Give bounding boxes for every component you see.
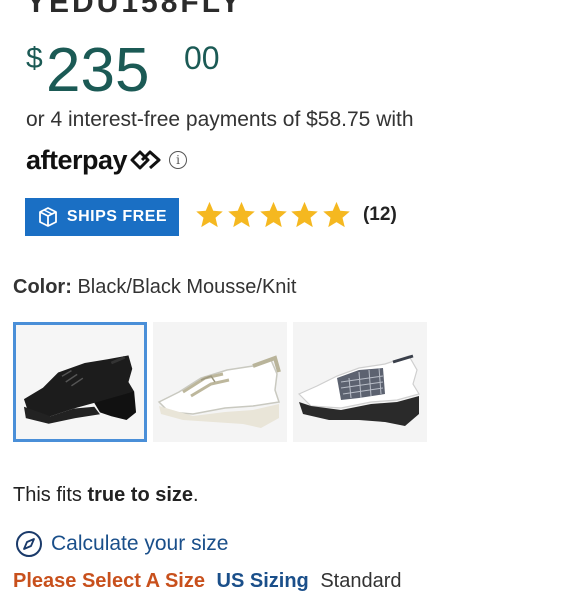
price-currency: $: [26, 42, 43, 75]
price-cents: 00: [184, 40, 220, 76]
star-rating[interactable]: (12): [194, 198, 397, 232]
afterpay-arrows-icon: [130, 150, 161, 170]
white-black-mesh-sandal-image: [293, 322, 427, 442]
color-label: Color:: [13, 276, 72, 298]
star-icon: [323, 201, 350, 228]
color-swatch-white-silver[interactable]: [153, 322, 287, 442]
afterpay-wordmark: afterpay: [26, 144, 128, 175]
compass-icon: [16, 531, 42, 557]
fit-suffix: .: [193, 484, 199, 506]
select-size-prompt: Please Select A Size: [13, 570, 205, 592]
star-icon: [291, 201, 319, 228]
calculate-size-label: Calculate your size: [51, 532, 229, 555]
star-icon: [196, 201, 223, 228]
info-icon[interactable]: i: [169, 151, 188, 169]
star-icon: [228, 201, 255, 228]
installments-text: or 4 interest-free payments of $58.75 wi…: [26, 108, 414, 131]
black-sandal-image: [16, 325, 144, 439]
ships-free-label: SHIPS FREE: [66, 208, 168, 225]
color-selection-label: Color: Black/Black Mousse/Knit: [13, 276, 296, 299]
sizing-standard: Standard: [320, 570, 402, 592]
box-icon: [39, 207, 57, 227]
us-sizing-link[interactable]: US Sizing: [217, 570, 309, 592]
calculate-size-link[interactable]: Calculate your size: [15, 530, 228, 558]
white-silver-sandal-image: [153, 322, 287, 442]
review-count[interactable]: (12): [363, 204, 397, 226]
size-selection-row: Please Select A Size US Sizing Standard: [13, 570, 402, 593]
price-dollars: 235: [46, 36, 150, 105]
selected-color-name: Black/Black Mousse/Knit: [77, 276, 297, 298]
product-sku: YEDU158FLY: [26, 0, 244, 19]
fit-guidance: This fits true to size.: [13, 484, 199, 507]
fit-emphasis: true to size: [87, 484, 194, 506]
color-swatch-black[interactable]: [13, 322, 147, 442]
ships-free-badge: SHIPS FREE: [25, 198, 179, 236]
afterpay-row[interactable]: afterpay i: [26, 142, 188, 178]
star-icon: [259, 201, 287, 228]
fit-prefix: This fits: [13, 484, 88, 506]
color-swatch-white-black-mesh[interactable]: [293, 322, 427, 442]
